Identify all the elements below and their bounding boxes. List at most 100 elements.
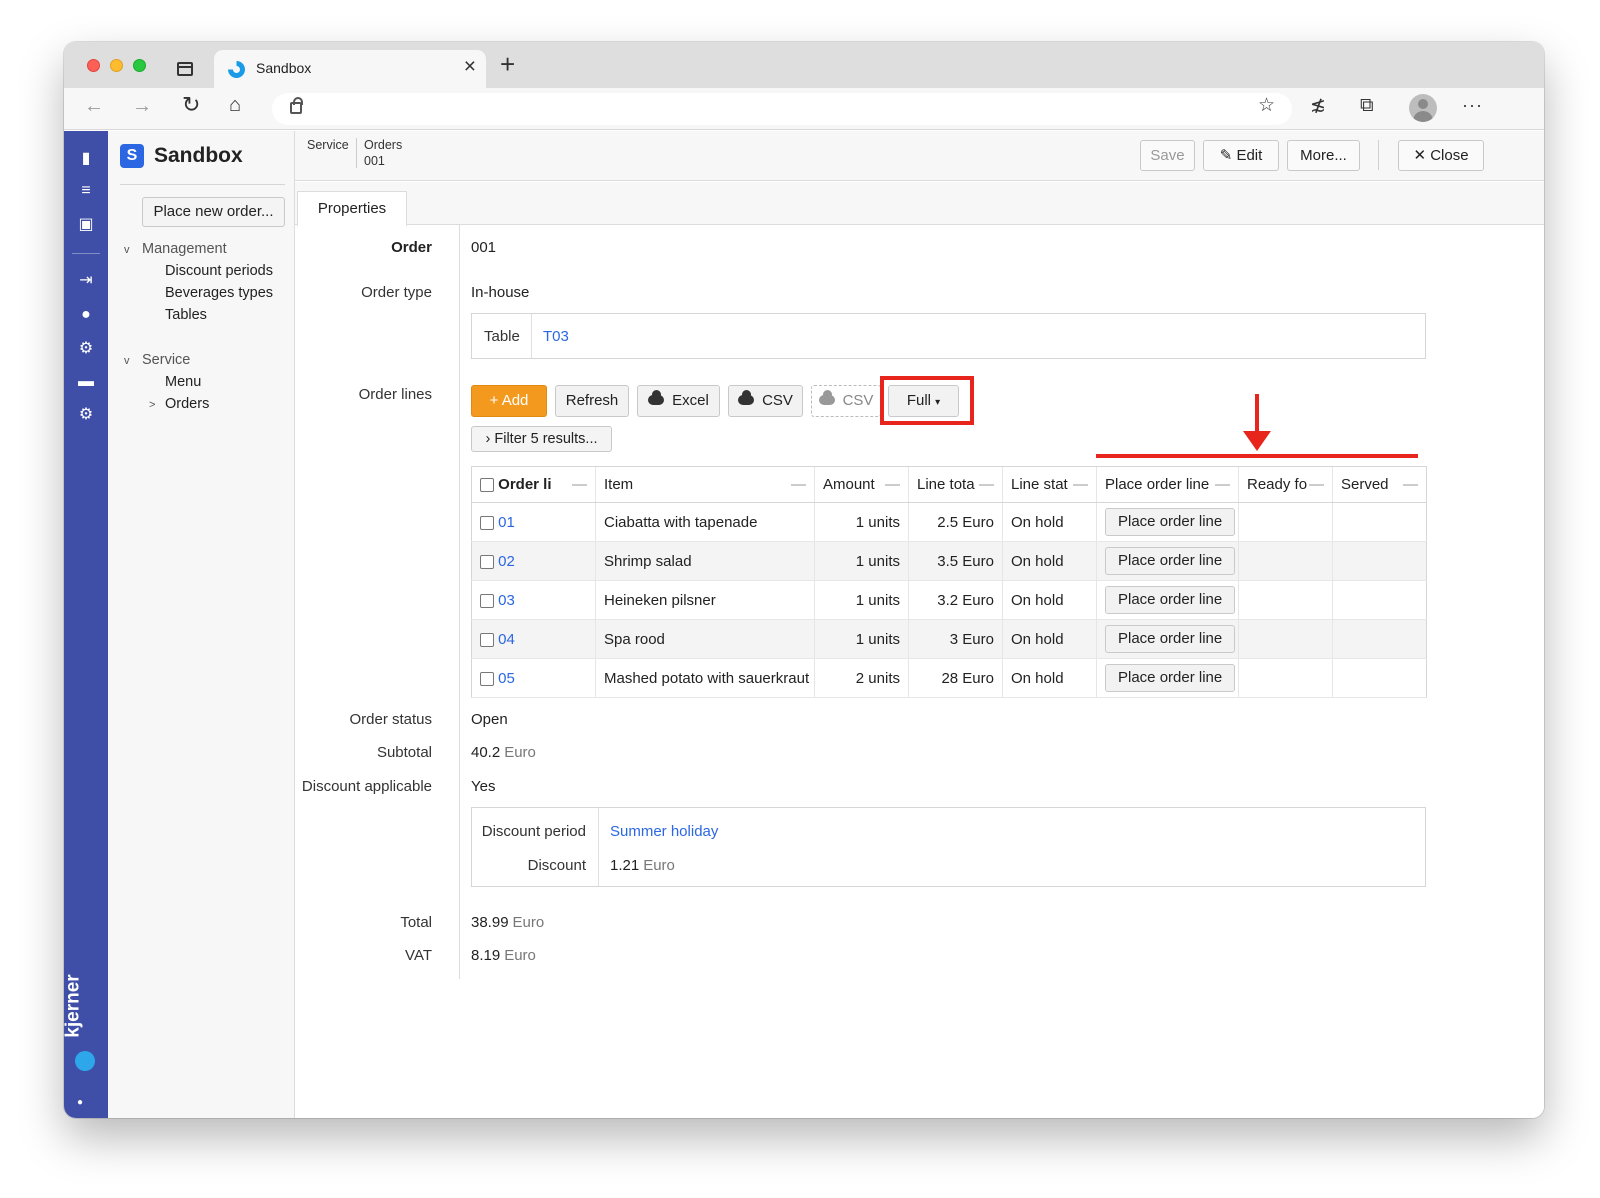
row-checkbox[interactable] — [480, 554, 494, 569]
close-icon: ✕ — [1413, 147, 1431, 164]
sidebar-item-discount-periods[interactable]: Discount periods — [165, 263, 273, 279]
row-checkbox[interactable] — [480, 593, 494, 608]
table-row[interactable]: 04 Spa rood 1 units 3 Euro On hold Place… — [471, 619, 1427, 659]
column-menu-icon[interactable]: — — [791, 476, 806, 493]
row-checkbox[interactable] — [480, 632, 494, 647]
order-line-link[interactable]: 01 — [498, 514, 515, 531]
breadcrumb-entity[interactable]: Orders — [364, 138, 402, 152]
currency-unit: Euro — [504, 744, 536, 761]
tab-properties[interactable]: Properties — [297, 191, 407, 226]
order-line-link[interactable]: 05 — [498, 670, 515, 687]
edit-button[interactable]: ✎ Edit — [1203, 140, 1279, 171]
card-icon[interactable]: ▬ — [76, 372, 96, 392]
column-header-ready-for[interactable]: Ready fo — — [1238, 466, 1333, 503]
column-header-line-status[interactable]: Line stat — — [1002, 466, 1097, 503]
column-menu-icon[interactable]: — — [1403, 476, 1418, 493]
add-button[interactable]: + Add — [471, 385, 547, 417]
excel-export-button[interactable]: Excel — [637, 385, 720, 417]
plus-icon: + — [489, 392, 502, 409]
currency-unit: Euro — [512, 914, 545, 931]
order-line-link[interactable]: 04 — [498, 631, 515, 648]
order-line-link[interactable]: 02 — [498, 553, 515, 570]
column-menu-icon[interactable]: — — [1309, 476, 1324, 493]
gear-icon[interactable]: ⚙ — [76, 405, 96, 425]
tab-close-icon[interactable]: × — [464, 56, 476, 77]
collections-icon[interactable]: ⧉ — [1360, 96, 1374, 115]
back-icon[interactable]: ← — [84, 96, 104, 116]
chevron-right-icon: > — [149, 399, 156, 411]
pencil-icon: ✎ — [1219, 147, 1237, 164]
place-order-line-button[interactable]: Place order line — [1105, 508, 1236, 536]
line-status-cell: On hold — [1002, 541, 1097, 581]
new-tab-button[interactable]: + — [500, 51, 515, 77]
order-line-link[interactable]: 03 — [498, 592, 515, 609]
column-menu-icon[interactable]: — — [885, 476, 900, 493]
column-menu-icon[interactable]: — — [1215, 476, 1230, 493]
currency-unit: Euro — [643, 857, 675, 874]
window-icon[interactable]: ▣ — [76, 215, 96, 235]
sidebar-item-menu[interactable]: Menu — [165, 374, 201, 390]
add-favorite-icon[interactable]: ☆ — [1258, 96, 1275, 115]
minimize-window-button[interactable] — [110, 59, 123, 72]
globe-icon[interactable]: ⚙ — [76, 339, 96, 359]
table-row[interactable]: 03 Heineken pilsner 1 units 3.2 Euro On … — [471, 580, 1427, 620]
home-icon[interactable]: ⌂ — [229, 95, 241, 115]
column-menu-icon[interactable]: — — [572, 476, 587, 493]
column-header-amount[interactable]: Amount — — [814, 466, 909, 503]
table-row[interactable]: 05 Mashed potato with sauerkraut 2 units… — [471, 658, 1427, 698]
table-link[interactable]: T03 — [543, 328, 569, 345]
row-checkbox[interactable] — [480, 671, 494, 686]
column-header-order-line[interactable]: Order li — — [471, 466, 596, 503]
place-new-order-button[interactable]: Place new order... — [142, 197, 285, 227]
column-label: Item — [604, 476, 634, 493]
sidebar-item-orders[interactable]: > Orders — [149, 396, 209, 412]
close-window-button[interactable] — [87, 59, 100, 72]
save-button[interactable]: Save — [1140, 140, 1195, 171]
more-button[interactable]: More... — [1287, 140, 1360, 171]
cloud-upload-icon — [738, 390, 755, 405]
discount-period-link[interactable]: Summer holiday — [610, 823, 718, 840]
place-order-line-button[interactable]: Place order line — [1105, 547, 1236, 575]
column-header-place-order-line[interactable]: Place order line — — [1096, 466, 1239, 503]
reload-icon[interactable]: ↻ — [182, 94, 200, 116]
row-checkbox[interactable] — [480, 515, 494, 530]
breadcrumb-module[interactable]: Service — [307, 138, 349, 152]
maximize-window-button[interactable] — [133, 59, 146, 72]
favicon-icon — [228, 61, 245, 78]
subtotal-value: 40.2 Euro — [471, 744, 536, 761]
lock-icon — [290, 97, 303, 114]
place-order-line-button[interactable]: Place order line — [1105, 664, 1236, 692]
address-bar[interactable] — [272, 93, 1292, 125]
filter-button[interactable]: › Filter 5 results... — [471, 426, 612, 452]
sidebar-group-service[interactable]: v Service — [124, 352, 190, 368]
sidebar-item-tables[interactable]: Tables — [165, 307, 207, 323]
select-all-checkbox[interactable] — [480, 478, 494, 493]
close-button[interactable]: ✕ Close — [1398, 140, 1484, 171]
sign-in-icon[interactable]: ⇥ — [76, 271, 96, 291]
csv-export-disabled-button[interactable]: CSV — [811, 385, 881, 417]
column-header-line-total[interactable]: Line tota — — [908, 466, 1003, 503]
tab-actions-icon[interactable] — [177, 62, 193, 76]
sidebar-group-management[interactable]: v Management — [124, 241, 227, 257]
column-menu-icon[interactable]: — — [979, 476, 994, 493]
column-menu-icon[interactable]: — — [1073, 476, 1088, 493]
sidebar-item-beverages-types[interactable]: Beverages types — [165, 285, 273, 301]
place-order-line-button[interactable]: Place order line — [1105, 586, 1236, 614]
profile-avatar[interactable] — [1409, 94, 1437, 122]
table-row[interactable]: 01 Ciabatta with tapenade 1 units 2.5 Eu… — [471, 502, 1427, 542]
table-row[interactable]: 02 Shrimp salad 1 units 3.5 Euro On hold… — [471, 541, 1427, 581]
forward-icon[interactable]: → — [132, 96, 152, 116]
document-icon[interactable]: ▮ — [76, 149, 96, 169]
list-check-icon[interactable]: ≡ — [76, 181, 96, 201]
browser-tab[interactable]: Sandbox × — [214, 50, 486, 88]
favorites-icon[interactable]: ≴ — [1310, 96, 1326, 115]
chevron-down-icon: v — [124, 244, 130, 256]
column-header-item[interactable]: Item — — [595, 466, 815, 503]
column-label: Place order line — [1105, 476, 1210, 493]
browser-menu-icon[interactable]: ··· — [1462, 96, 1483, 114]
column-header-served[interactable]: Served — — [1332, 466, 1427, 503]
palette-icon[interactable]: ● — [76, 305, 96, 325]
place-order-line-button[interactable]: Place order line — [1105, 625, 1236, 653]
refresh-button[interactable]: Refresh — [555, 385, 629, 417]
csv-export-button[interactable]: CSV — [728, 385, 803, 417]
